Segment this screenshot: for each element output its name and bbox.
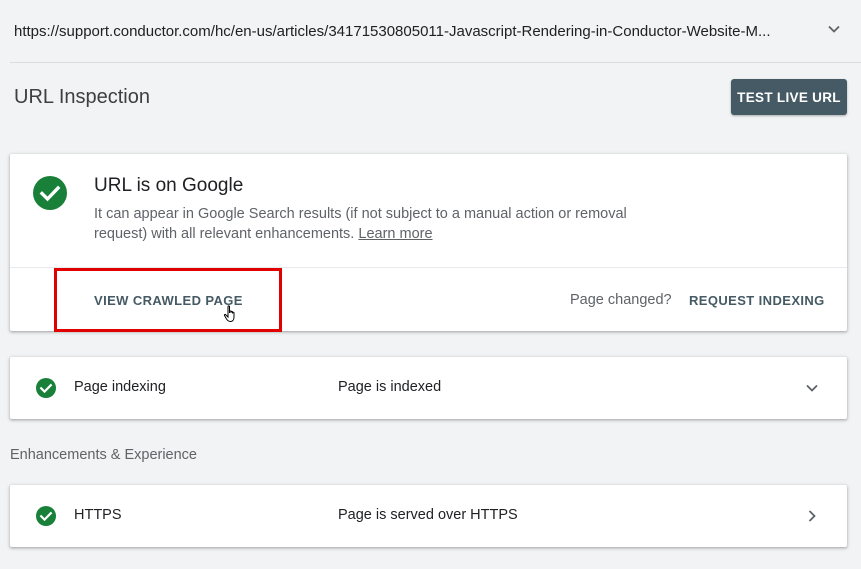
https-row[interactable]: HTTPS Page is served over HTTPS [10,485,847,547]
request-indexing-button[interactable]: REQUEST INDEXING [689,293,825,308]
https-label: HTTPS [74,507,122,523]
check-circle-icon [36,378,56,398]
url-status-card: URL is on Google It can appear in Google… [10,154,847,332]
highlight-annotation-box [54,268,282,332]
check-circle-icon [36,506,56,526]
enhancements-heading: Enhancements & Experience [10,447,197,463]
chevron-down-icon[interactable] [827,22,841,36]
page-title: URL Inspection [14,86,150,108]
chevron-right-icon[interactable] [805,509,819,523]
page-changed-label: Page changed? [570,292,672,308]
test-live-url-button[interactable]: TEST LIVE URL [731,79,847,115]
chevron-down-icon[interactable] [805,381,819,395]
page-indexing-row[interactable]: Page indexing Page is indexed [10,357,847,419]
page-indexing-label: Page indexing [74,379,166,395]
https-value: Page is served over HTTPS [338,507,518,523]
hand-cursor-icon [223,305,235,323]
divider [10,62,861,63]
learn-more-link[interactable]: Learn more [358,226,432,242]
status-title: URL is on Google [94,175,244,196]
url-bar[interactable]: https://support.conductor.com/hc/en-us/a… [0,0,861,62]
check-circle-icon [33,176,67,210]
inspected-url: https://support.conductor.com/hc/en-us/a… [14,22,771,40]
status-description: It can appear in Google Search results (… [94,204,674,244]
page-indexing-value: Page is indexed [338,379,442,395]
